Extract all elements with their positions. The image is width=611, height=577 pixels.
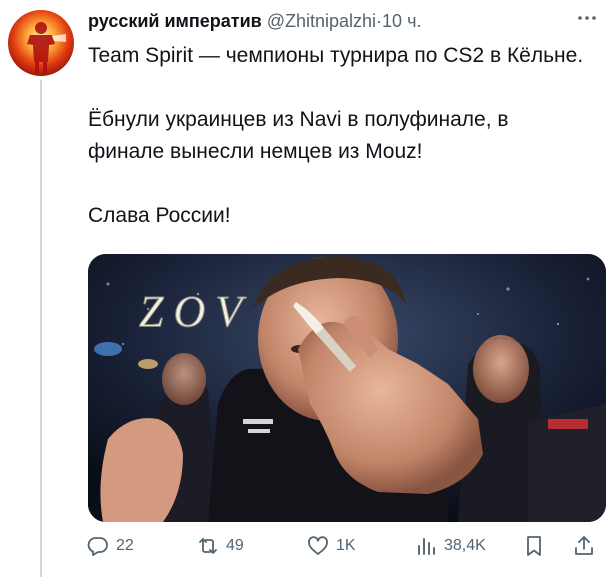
avatar-image [8,10,74,76]
like-button[interactable]: 1K [306,530,356,562]
timestamp[interactable]: 10 ч. [382,11,421,31]
author-name[interactable]: русский императив [88,11,262,31]
reply-count: 22 [116,537,134,554]
more-button[interactable] [575,6,599,30]
like-icon [308,536,328,555]
avatar[interactable] [8,10,74,76]
views-count: 38,4K [444,537,486,554]
media-photo: ZOV [88,254,606,522]
reply-icon [87,537,108,556]
share-icon [575,536,593,555]
thread-line [40,80,42,577]
tweet-header: русский императив @Zhitnipalzhi·10 ч. [88,10,567,32]
tweet-paragraph: Слава России! [88,204,231,227]
tweet-paragraph: Team Spirit — чемпионы турнира по CS2 в … [88,44,584,67]
bookmark-icon [527,536,541,556]
tweet-text: Team Spirit — чемпионы турнира по CS2 в … [88,40,588,264]
tweet-paragraph: Ёбнули украинцев из Navi в полуфинале, в… [88,108,509,163]
tweet-media[interactable]: ZOV [88,254,606,522]
views-icon [418,538,435,555]
views-button[interactable]: 38,4K [414,530,486,562]
repost-button[interactable]: 49 [196,530,244,562]
bookmark-button[interactable] [522,530,552,562]
share-button[interactable] [572,530,602,562]
author-handle[interactable]: @Zhitnipalzhi [267,11,376,31]
repost-count: 49 [226,537,244,554]
reply-button[interactable]: 22 [86,530,134,562]
repost-icon [199,538,217,554]
tweet-actions: 22 49 1K 38,4K [82,530,611,562]
more-icon [578,16,596,20]
media-overlay-text: ZOV [139,287,252,336]
like-count: 1K [336,537,356,554]
